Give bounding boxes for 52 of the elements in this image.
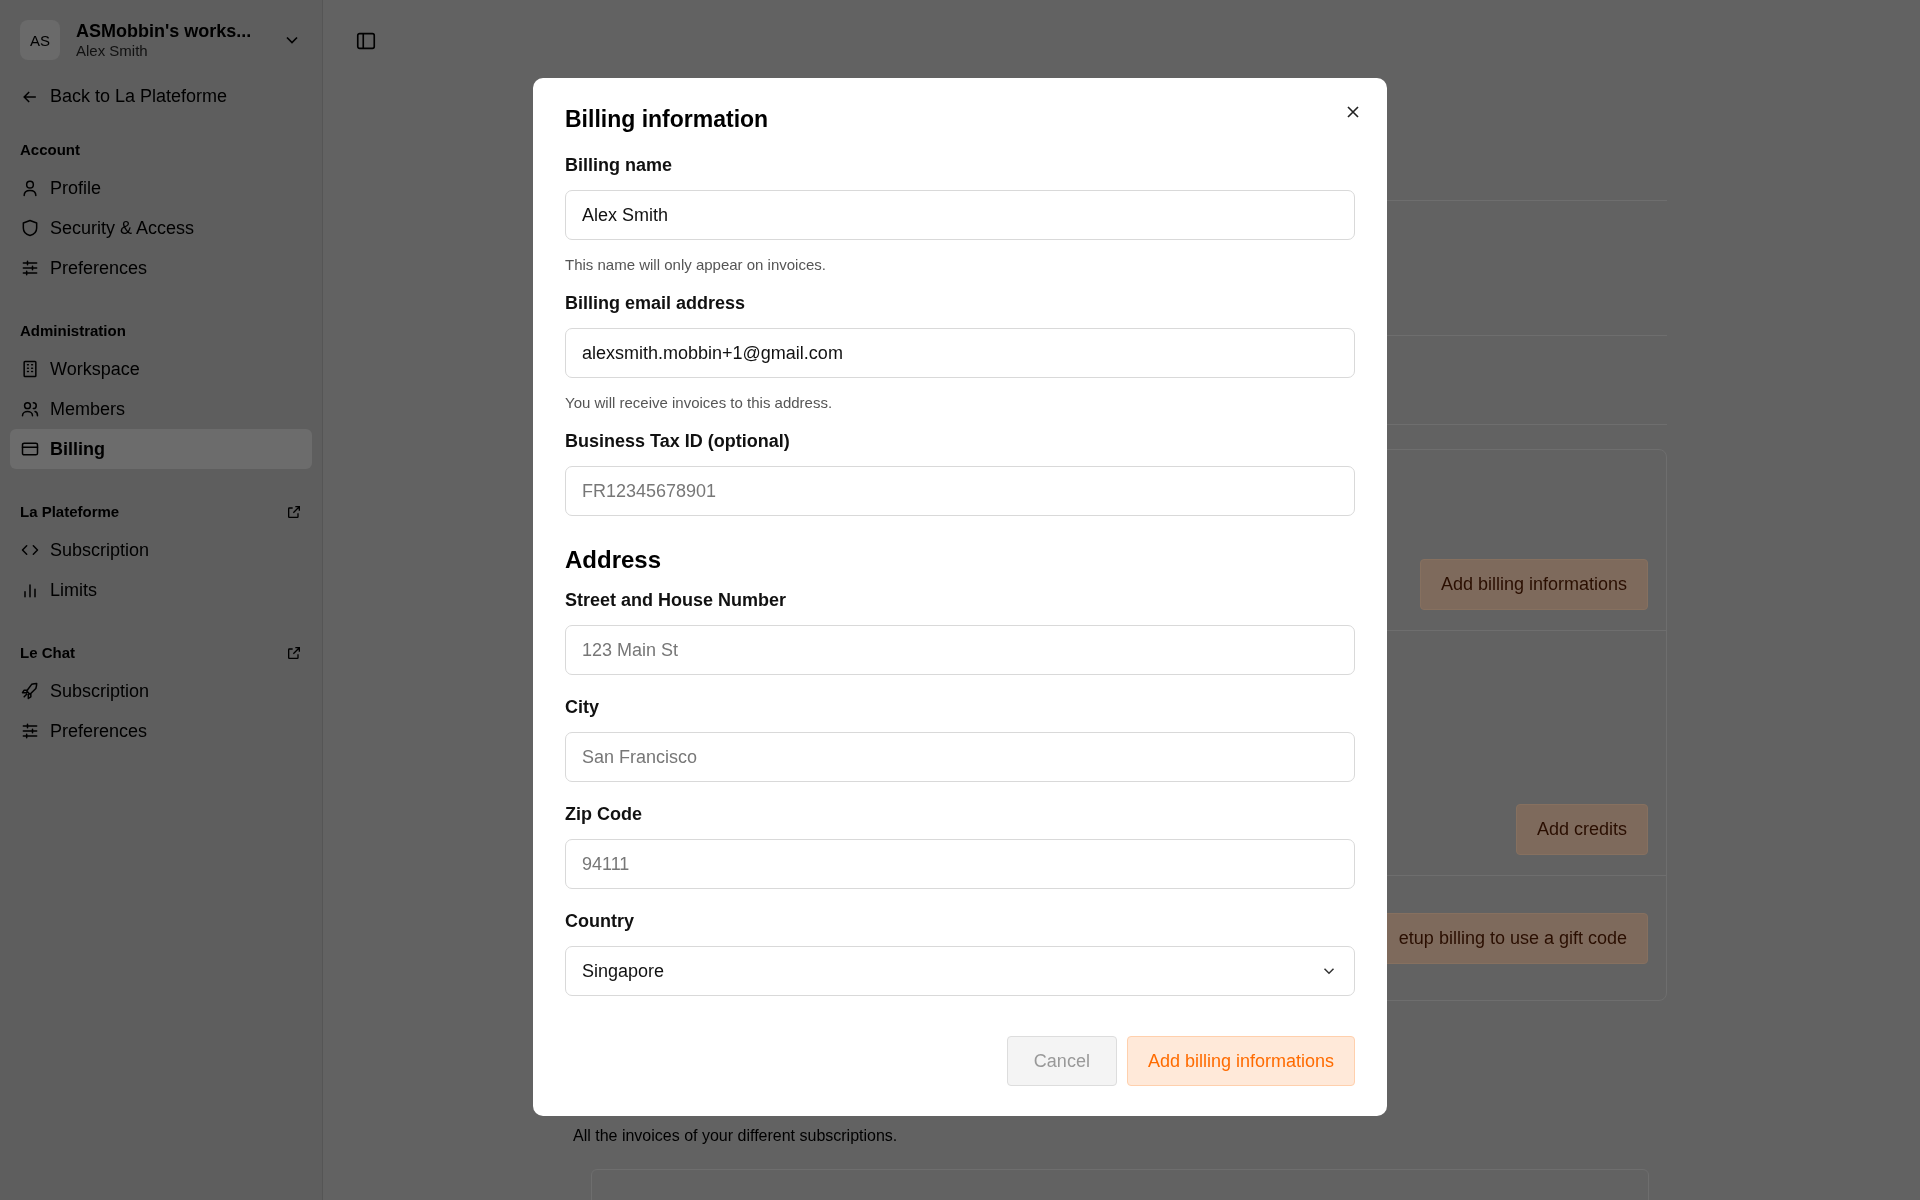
input-field[interactable]: 94111 — [565, 839, 1355, 889]
field-label: Zip Code — [565, 804, 643, 825]
external-link-icon[interactable] — [286, 644, 302, 661]
sidebar-item[interactable]: Limits — [10, 570, 312, 610]
sidebar-toggle-icon[interactable] — [355, 30, 377, 52]
section-heading: Address — [565, 546, 663, 574]
input-field[interactable]: 123 Main St — [565, 625, 1355, 675]
sliders-icon — [20, 258, 40, 278]
section-title: Le Chat — [20, 644, 75, 661]
card-icon — [20, 439, 40, 459]
field-label: Business Tax ID (optional) — [565, 431, 791, 452]
field-hint: You will receive invoices to this address. — [565, 394, 834, 411]
sidebar-item[interactable]: Preferences — [10, 711, 312, 751]
person-icon — [20, 178, 40, 198]
sidebar-item[interactable]: Security & Access — [10, 208, 312, 248]
sliders-icon — [20, 721, 40, 741]
sidebar-item[interactable]: Members — [10, 389, 312, 429]
rocket-icon — [20, 681, 40, 701]
input-field[interactable]: alexsmith.mobbin+1@gmail.com — [565, 328, 1355, 378]
country-select[interactable]: Singapore — [565, 946, 1355, 996]
field-label: Billing email address — [565, 293, 747, 314]
building-icon — [20, 359, 40, 379]
sidebar-item[interactable]: Subscription — [10, 530, 312, 570]
submit-button[interactable]: Add billing informations — [1126, 1036, 1355, 1086]
people-icon — [20, 399, 40, 419]
section-title: Account — [20, 141, 80, 158]
field-label: Country — [565, 911, 635, 932]
sidebar-item[interactable]: Preferences — [10, 248, 312, 288]
input-field[interactable]: FR12345678901 — [565, 466, 1355, 516]
dialog-title: Billing information — [565, 106, 770, 133]
billing-action-button[interactable]: Add credits — [1515, 804, 1648, 855]
avatar[interactable]: AS — [20, 20, 60, 60]
external-link-icon[interactable] — [286, 503, 302, 520]
field-label: City — [565, 697, 600, 718]
input-field[interactable]: Alex Smith — [565, 190, 1355, 240]
field-label: Billing name — [565, 155, 673, 176]
user-name: Alex Smith — [76, 42, 149, 59]
invoices-description: All the invoices of your different subscriptions. — [573, 1127, 899, 1145]
workspace-name: ASMobbin's works... — [76, 21, 253, 42]
cancel-button[interactable]: Cancel — [1006, 1036, 1117, 1086]
sidebar-item[interactable]: Subscription — [10, 671, 312, 711]
sidebar-item[interactable]: Profile — [10, 168, 312, 208]
back-link[interactable]: Back to La Plateforme — [20, 76, 302, 117]
section-title: La Plateforme — [20, 503, 120, 520]
shield-icon — [20, 218, 40, 238]
sidebar-item[interactable]: Billing — [10, 429, 312, 469]
field-label: Street and House Number — [565, 590, 788, 611]
sidebar-item[interactable]: Workspace — [10, 349, 312, 389]
input-field[interactable]: San Francisco — [565, 732, 1355, 782]
billing-action-button[interactable]: Add billing informations — [1419, 559, 1648, 610]
section-title: Administration — [20, 322, 126, 339]
field-hint: This name will only appear on invoices. — [565, 256, 827, 273]
